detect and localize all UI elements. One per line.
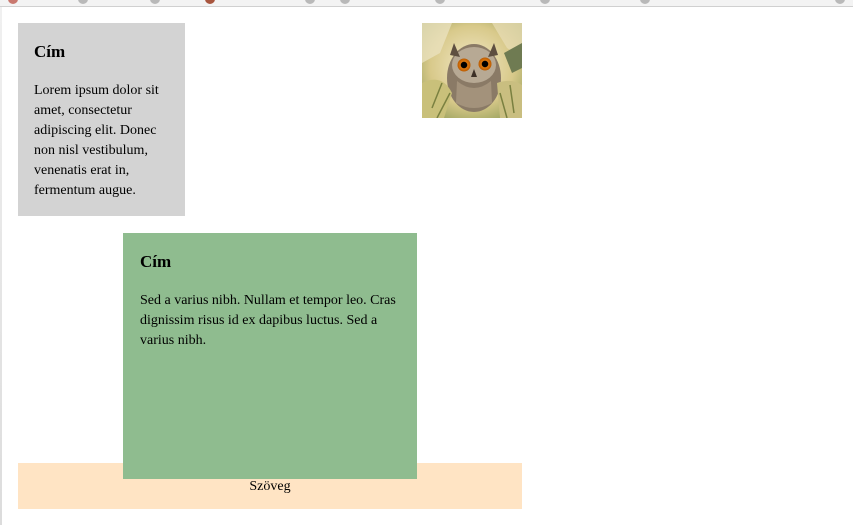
window-edge: [0, 7, 2, 525]
card-title: Cím: [34, 42, 66, 61]
toolbar-icon[interactable]: [8, 0, 18, 4]
toolbar-icon[interactable]: [150, 0, 160, 4]
owl-image: [422, 23, 522, 118]
browser-toolbar-strip: [0, 0, 853, 7]
card-text: Sed a varius nibh. Nullam et tempor leo.…: [140, 293, 396, 348]
toolbar-icon[interactable]: [640, 0, 650, 4]
toolbar-icon[interactable]: [78, 0, 88, 4]
card-green: Cím Sed a varius nibh. Nullam et tempor …: [123, 233, 417, 479]
toolbar-icon[interactable]: [205, 0, 215, 4]
card-title: Cím: [140, 252, 172, 271]
toolbar-icon[interactable]: [305, 0, 315, 4]
toolbar-icon[interactable]: [435, 0, 445, 4]
toolbar-icon[interactable]: [835, 0, 845, 4]
toolbar-icon[interactable]: [340, 0, 350, 4]
toolbar-icon[interactable]: [540, 0, 550, 4]
card-grey: Cím Lorem ipsum dolor sit amet, consecte…: [18, 23, 185, 216]
card-text: Lorem ipsum dolor sit amet, consectetur …: [34, 83, 159, 198]
